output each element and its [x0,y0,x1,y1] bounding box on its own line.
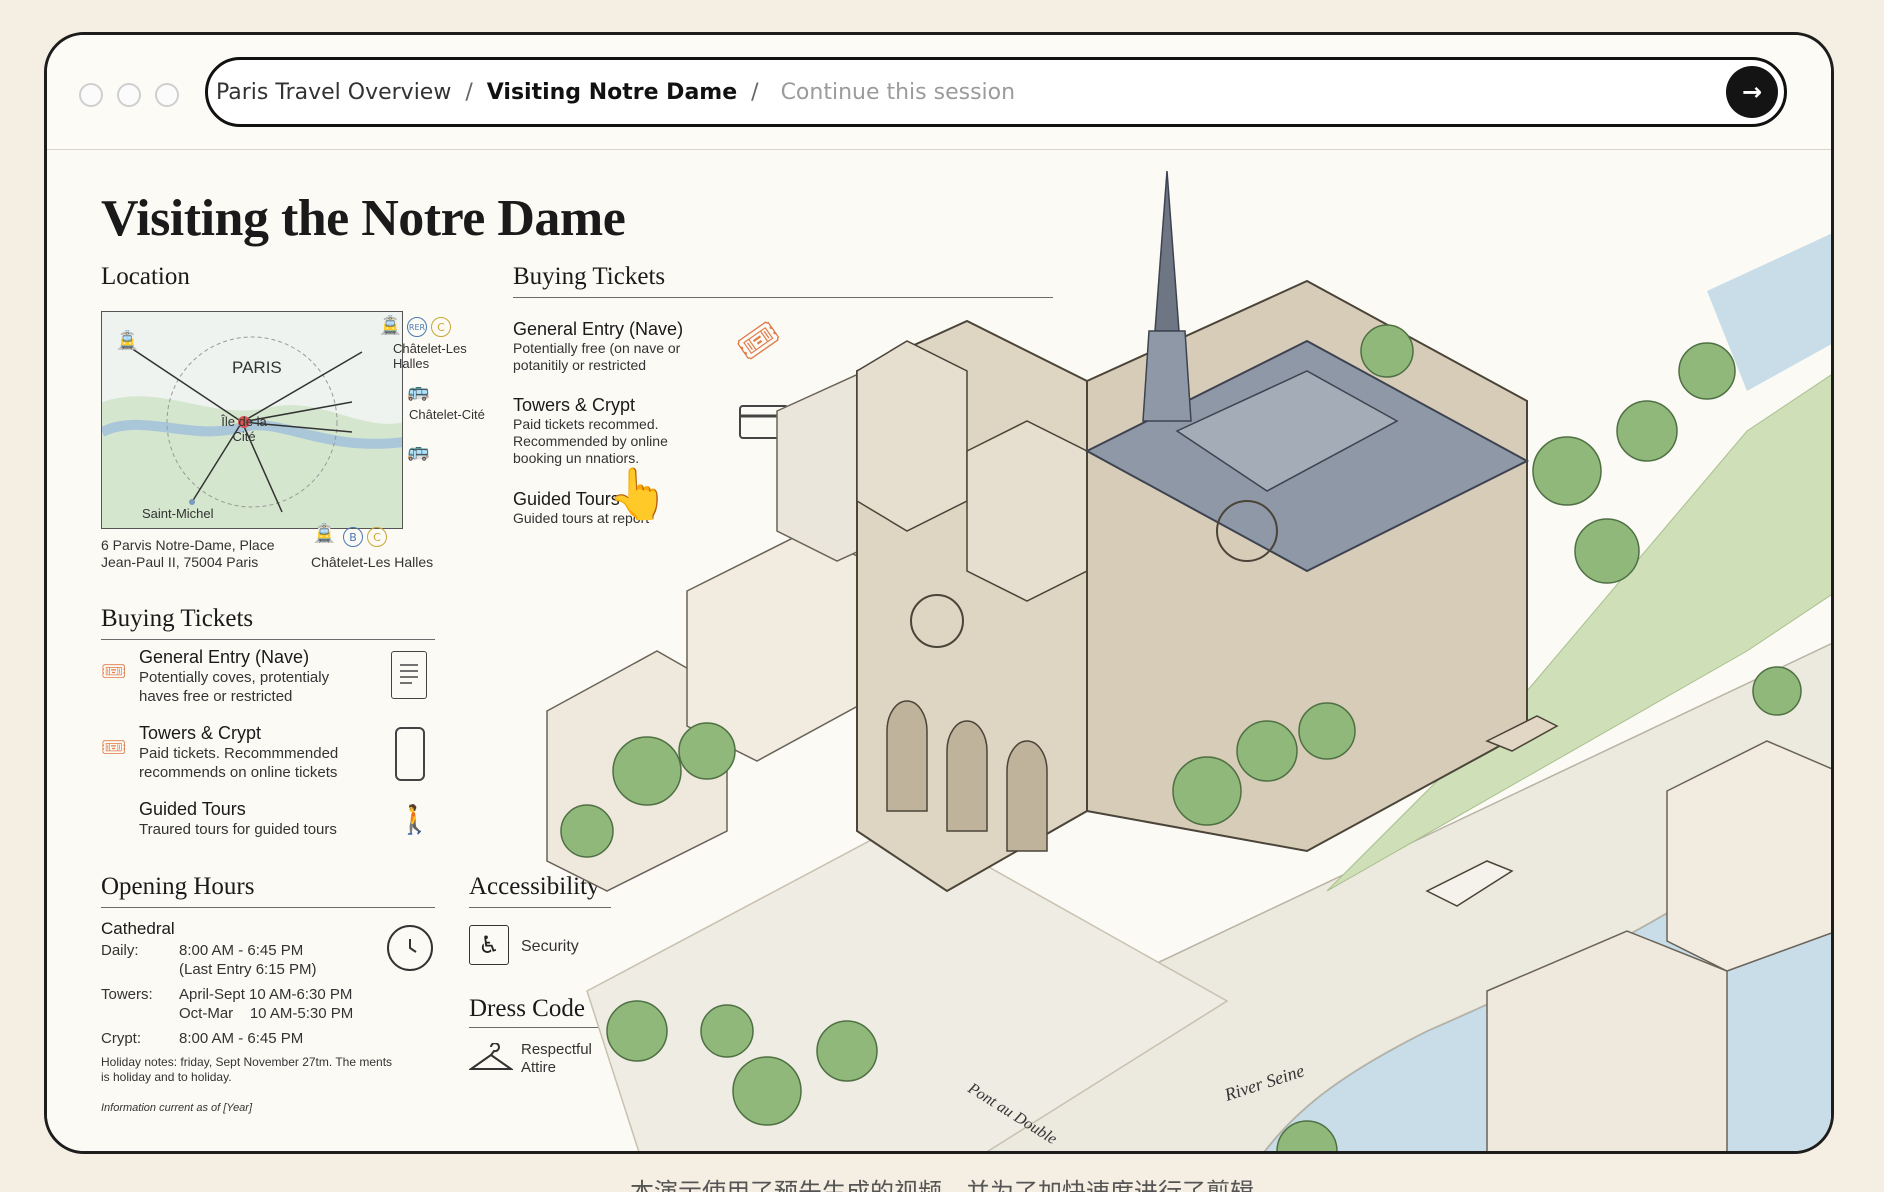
holiday-note: Holiday notes: friday, Sept November 27t… [101,1055,393,1084]
ticket-item-title: Guided Tours [139,799,246,819]
location-heading: Location [101,263,190,290]
ticket-item-title: Towers & Crypt [139,723,262,743]
rer-c-badge-icon: C [367,527,387,547]
video-caption: 本演示使用了预先生成的视频，并为了加快速度进行了剪辑 [630,1178,1254,1192]
ticket-item-desc: Potentially coves, protentialy haves fre… [139,669,330,705]
hours-value-daily: 8:00 AM - 6:45 PM [179,942,304,959]
map-label-paris: PARIS [232,358,282,377]
address-text: 6 Parvis Notre-Dame, Place Jean-Paul II,… [101,537,275,570]
hanger-icon [469,1043,513,1073]
maximize-window-button[interactable] [155,83,179,107]
location-map[interactable]: PARIS Île de la Cité Saint-Michel 🚊 [101,311,403,529]
breadcrumb-separator: / [465,79,473,105]
hours-value-towers-winter: Oct-Mar 10 AM-5:30 PM [179,1005,354,1022]
ticket-item-general[interactable]: General Entry (Nave) Potentially coves, … [139,647,369,706]
submit-button[interactable]: → [1726,66,1778,118]
metro-icon: 🚊 [116,330,139,351]
hours-value-towers: April-Sept 10 AM-6:30 PM [179,986,353,1003]
buying-tickets-heading: Buying Tickets [101,605,254,632]
walking-person-icon: 🚶 [397,803,432,836]
hours-label-daily: Daily: [101,942,139,959]
hours-label-crypt: Crypt: [101,1030,142,1047]
ticket-icon: 🎟 [101,735,127,759]
notre-dame-illustration: River Seine Pont au Double [546,171,1831,1151]
divider [101,639,435,640]
ticket-item-desc: Traured tours for guided tours [139,821,337,838]
close-window-button[interactable] [79,83,103,107]
breadcrumb-item-paris-travel[interactable]: Paris Travel Overview [216,80,451,105]
metro-icon: 🚊 [379,315,402,336]
window-controls [79,83,179,107]
breadcrumb-item-notre-dame[interactable]: Visiting Notre Dame [487,80,737,105]
wheelchair-icon: ♿ [469,925,509,965]
breadcrumb-separator: / [751,79,759,105]
rer-b-badge-icon: B [343,527,363,547]
map-label-saint-michel: Saint-Michel [142,506,214,521]
map-label-chatelet-cite: Châtelet-Cité [409,407,485,422]
info-current-note: Information current as of [Year] [101,1102,253,1114]
opening-hours-heading: Opening Hours [101,873,255,900]
ticket-icon: 🎟 [101,659,127,683]
phone-icon [395,727,425,781]
page-content: Visiting the Notre Dame Location PARIS Î… [47,151,1831,1151]
address-bar[interactable]: Paris Travel Overview / Visiting Notre D… [205,57,1787,127]
map-label-ile: Île de la Cité [221,414,267,444]
browser-window: Paris Travel Overview / Visiting Notre D… [44,32,1834,1154]
rer-c-badge-icon: C [431,317,451,337]
receipt-icon [391,651,427,699]
arrow-right-icon: → [1741,78,1763,106]
session-input[interactable]: Continue this session [781,80,1016,105]
title-bar: Paris Travel Overview / Visiting Notre D… [47,35,1831,150]
rer-badge-icon: RER [407,317,427,337]
hours-value-daily-note: (Last Entry 6:15 PM) [179,961,317,978]
bus-icon: 🚌 [407,381,430,402]
divider [101,907,435,908]
map-label-chatelet-halles-top: Châtelet-Les Halles [393,341,467,371]
clock-icon [387,925,433,971]
ticket-item-guided[interactable]: Guided Tours Traured tours for guided to… [139,799,379,839]
ticket-item-desc: Paid tickets. Recommmended recommends on… [139,745,339,781]
hours-label-towers: Towers: [101,986,153,1003]
hours-value-crypt: 8:00 AM - 6:45 PM [179,1030,304,1047]
metro-icon: 🚊 [313,523,336,544]
map-label-chatelet-halles-bottom: Châtelet-Les Halles [311,554,434,570]
bus-icon: 🚌 [407,441,430,462]
ticket-item-title: General Entry (Nave) [139,647,310,667]
ticket-item-towers[interactable]: Towers & Crypt Paid tickets. Recommmende… [139,723,379,782]
cathedral-label: Cathedral [101,919,175,938]
minimize-window-button[interactable] [117,83,141,107]
pointer-cursor-icon: 👆 [607,465,670,523]
